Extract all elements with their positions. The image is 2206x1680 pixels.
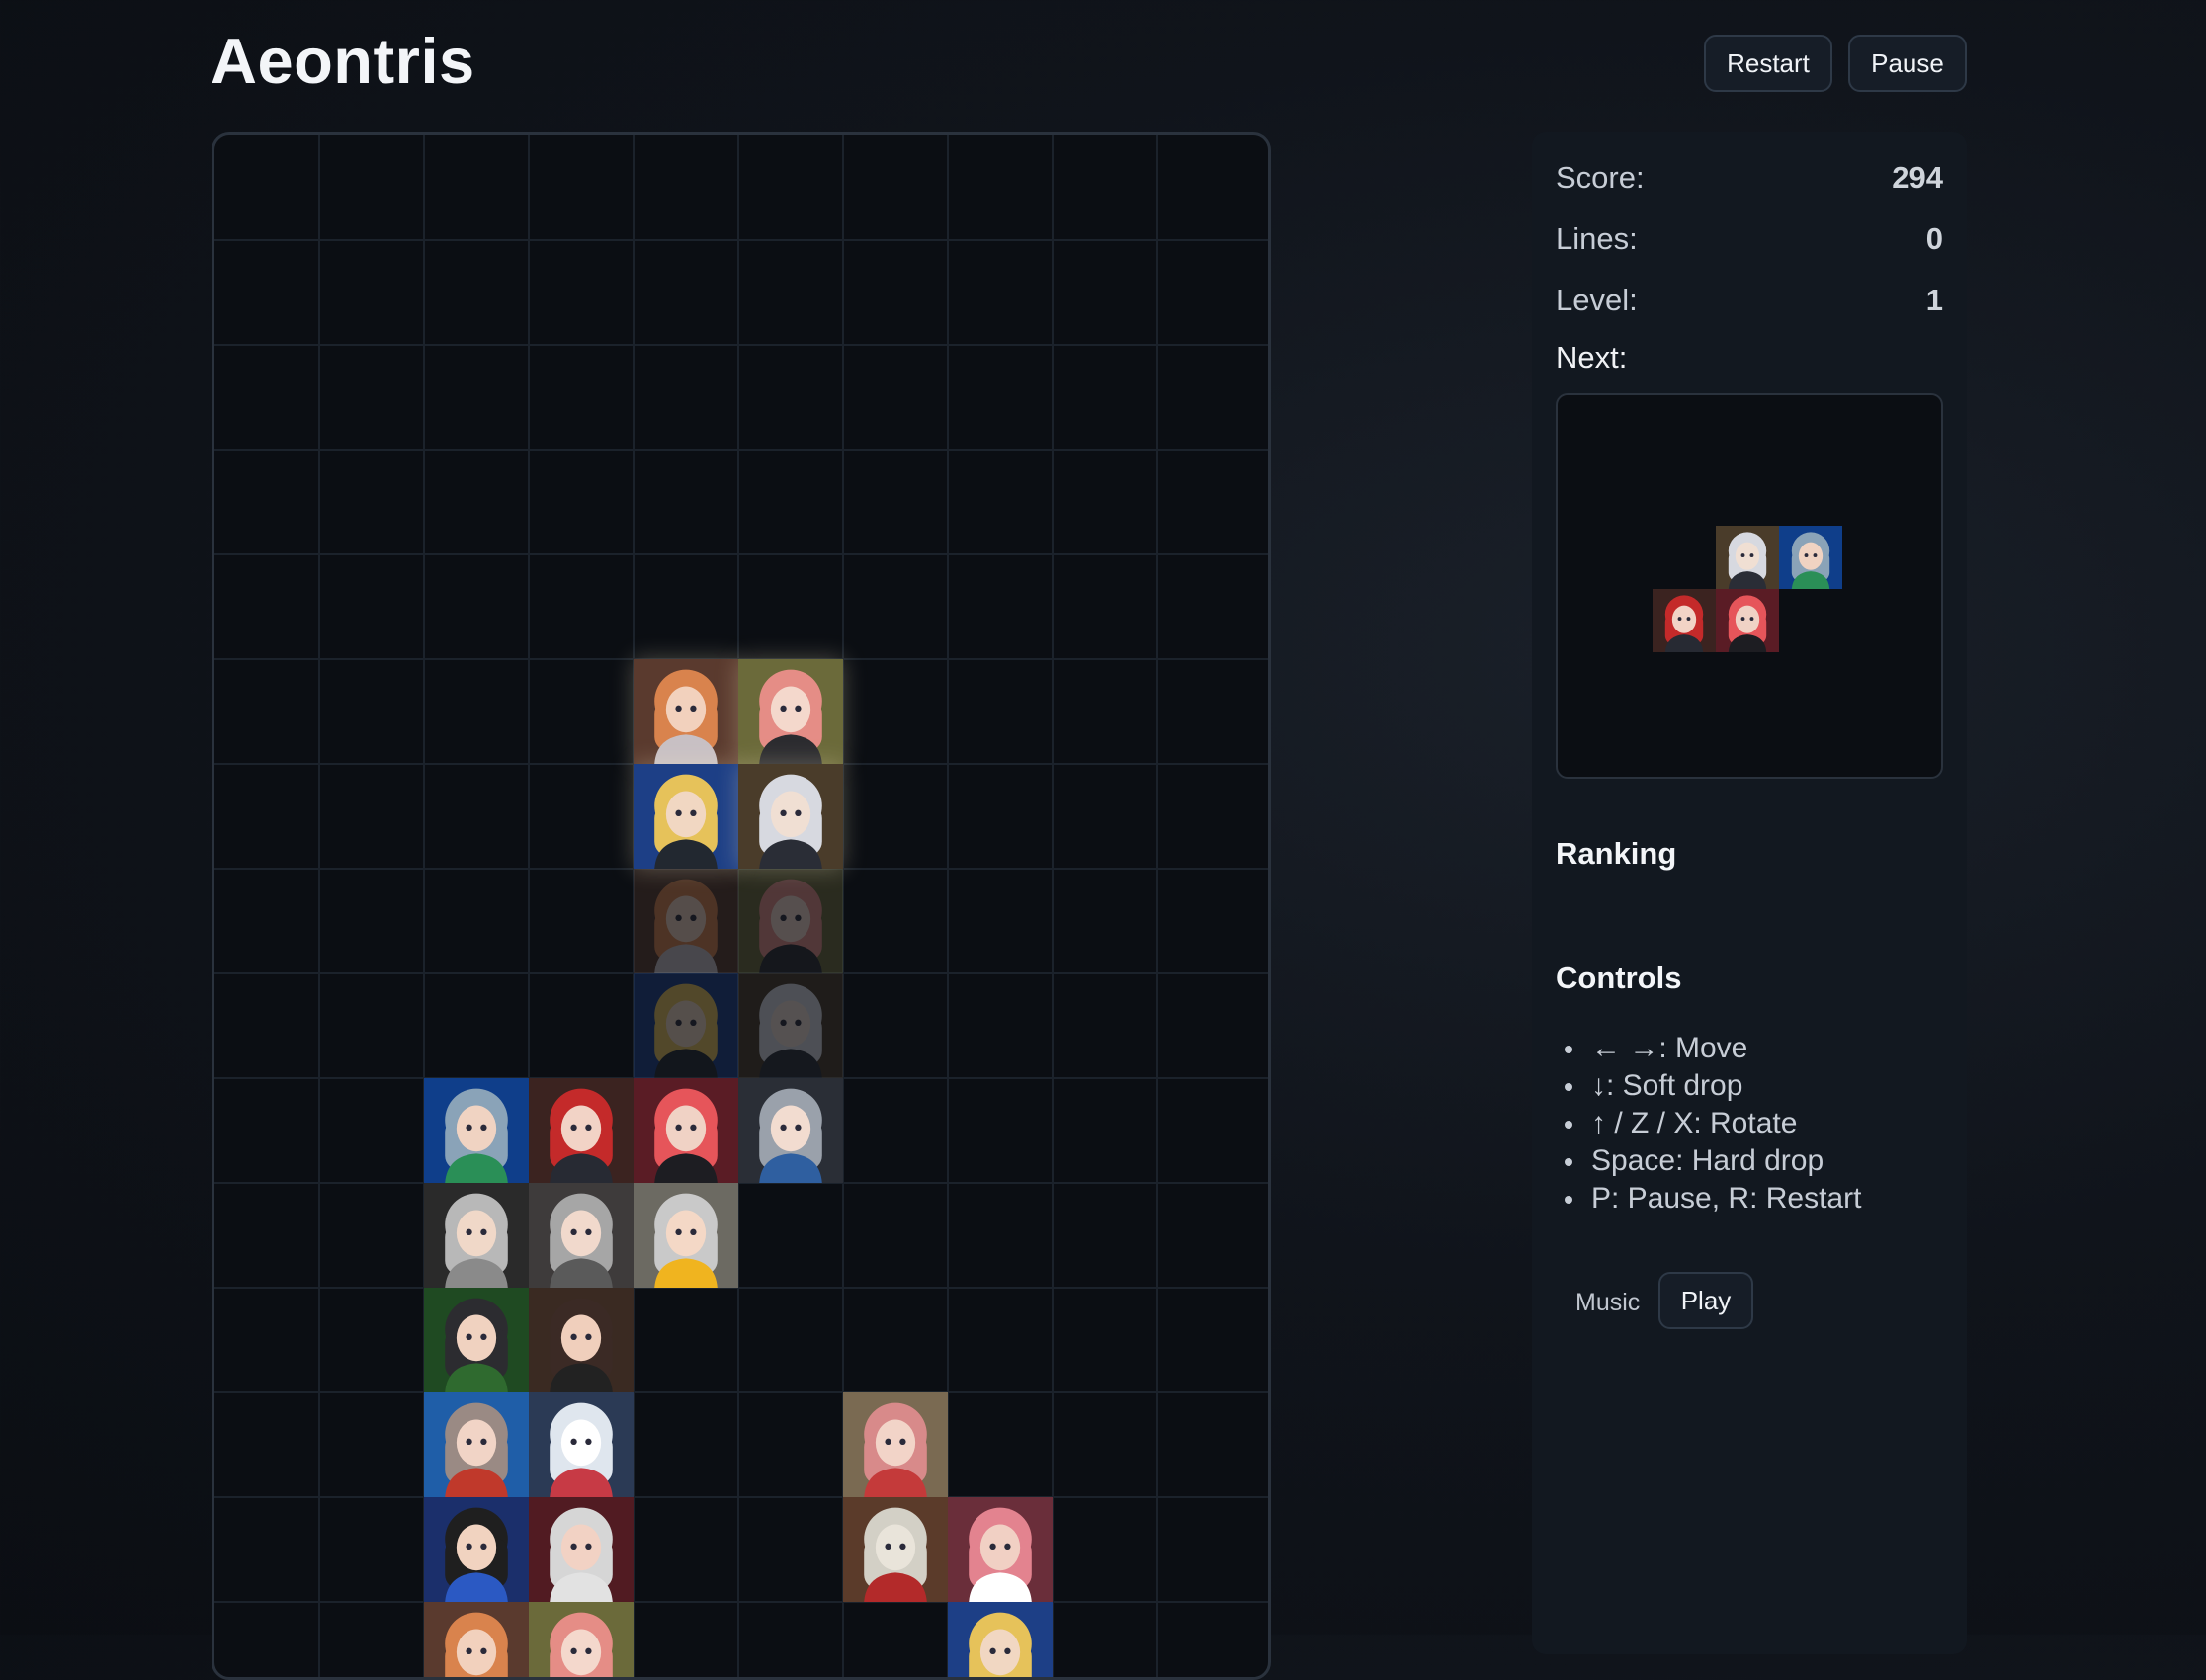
control-item: ← →: Move xyxy=(1556,1030,1861,1067)
side-panel: Score: 294 Lines: 0 Level: 1 Next: Ranki… xyxy=(1532,132,1967,1654)
score-value: 294 xyxy=(1892,160,1943,195)
restart-button[interactable]: Restart xyxy=(1704,35,1832,92)
pause-button[interactable]: Pause xyxy=(1848,35,1967,92)
lines-stat: Lines: 0 xyxy=(1556,221,1943,265)
ghost-piece-cell xyxy=(634,869,738,973)
locked-block xyxy=(948,1497,1053,1602)
grid-line xyxy=(214,553,1268,555)
level-label: Level: xyxy=(1556,283,1638,317)
grid-line xyxy=(214,1601,1268,1603)
ranking-heading: Ranking xyxy=(1556,836,1677,871)
level-stat: Level: 1 xyxy=(1556,283,1943,326)
locked-block xyxy=(738,1078,843,1183)
next-piece-cell xyxy=(1779,526,1842,589)
ghost-piece-cell xyxy=(738,973,843,1078)
ghost-piece-cell xyxy=(634,973,738,1078)
lines-label: Lines: xyxy=(1556,221,1638,256)
controls-list: ← →: Move ↓: Soft drop ↑ / Z / X: Rotate… xyxy=(1556,1030,1861,1218)
locked-block xyxy=(529,1602,634,1677)
grid-line xyxy=(214,1496,1268,1498)
control-item: P: Pause, R: Restart xyxy=(1556,1180,1861,1218)
grid-line xyxy=(214,344,1268,346)
ghost-piece-cell xyxy=(738,869,843,973)
active-piece-cell xyxy=(634,764,738,869)
locked-block xyxy=(529,1497,634,1602)
score-stat: Score: 294 xyxy=(1556,160,1943,204)
lines-value: 0 xyxy=(1925,221,1943,256)
locked-block xyxy=(424,1183,529,1288)
level-value: 1 xyxy=(1925,283,1943,317)
locked-block xyxy=(529,1392,634,1497)
game-title: Aeontris xyxy=(211,25,475,97)
game-board xyxy=(212,132,1271,1680)
grid-line xyxy=(1052,135,1054,1677)
locked-block xyxy=(424,1392,529,1497)
locked-block xyxy=(948,1602,1053,1677)
grid-line xyxy=(214,449,1268,451)
active-piece-cell xyxy=(738,764,843,869)
grid-line xyxy=(214,1391,1268,1393)
next-piece-cell xyxy=(1716,589,1779,652)
score-label: Score: xyxy=(1556,160,1645,195)
locked-block xyxy=(843,1392,948,1497)
grid-line xyxy=(1156,135,1158,1677)
locked-block xyxy=(634,1183,738,1288)
grid-line xyxy=(318,135,320,1677)
active-piece-cell xyxy=(634,659,738,764)
control-item: Space: Hard drop xyxy=(1556,1142,1861,1180)
controls-heading: Controls xyxy=(1556,961,1682,995)
locked-block xyxy=(843,1497,948,1602)
locked-block xyxy=(529,1183,634,1288)
grid-line xyxy=(214,1287,1268,1289)
music-play-button[interactable]: Play xyxy=(1658,1272,1753,1329)
next-piece-cell xyxy=(1716,526,1779,589)
music-label: Music xyxy=(1575,1289,1641,1316)
active-piece-cell xyxy=(738,659,843,764)
locked-block xyxy=(529,1288,634,1392)
locked-block xyxy=(634,1078,738,1183)
next-piece-cell xyxy=(1653,589,1716,652)
grid-line xyxy=(214,239,1268,241)
control-item: ↓: Soft drop xyxy=(1556,1067,1861,1105)
locked-block xyxy=(424,1602,529,1677)
locked-block xyxy=(424,1288,529,1392)
locked-block xyxy=(424,1497,529,1602)
next-piece-preview xyxy=(1556,393,1943,779)
locked-block xyxy=(424,1078,529,1183)
next-label: Next: xyxy=(1556,340,1628,375)
locked-block xyxy=(529,1078,634,1183)
control-item: ↑ / Z / X: Rotate xyxy=(1556,1105,1861,1142)
